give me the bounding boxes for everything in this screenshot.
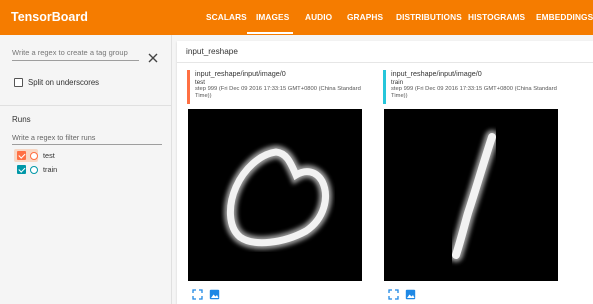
run-label-test: test: [43, 151, 55, 160]
tab-embeddings[interactable]: EMBEDDINGS: [536, 12, 593, 22]
card-header: input_reshape/input/image/0 train step 9…: [383, 69, 563, 104]
tab-histograms[interactable]: HISTOGRAMS: [468, 12, 525, 22]
run-item-train[interactable]: train: [17, 165, 57, 174]
checkbox-icon[interactable]: [14, 78, 23, 87]
run-item-test[interactable]: test: [17, 151, 55, 160]
runs-filter-input[interactable]: [12, 131, 162, 145]
tab-audio[interactable]: AUDIO: [305, 12, 332, 22]
card-run: train: [391, 78, 404, 86]
mnist-image-test[interactable]: [188, 109, 362, 281]
run-label-train: train: [43, 165, 58, 174]
split-underscores-checkbox[interactable]: Split on underscores: [14, 78, 99, 87]
image-settings-icon[interactable]: [209, 289, 220, 300]
images-panel: input_reshape input_reshape/input/image/…: [177, 41, 593, 304]
tab-scalars[interactable]: SCALARS: [206, 12, 247, 22]
card-step: step 999 (Fri Dec 09 2016 17:33:15 GMT+0…: [195, 85, 361, 99]
tag-group-regex-input[interactable]: [12, 45, 139, 61]
image-settings-icon[interactable]: [405, 289, 416, 300]
split-underscores-label: Split on underscores: [28, 78, 100, 87]
handwritten-zero-digit: [224, 145, 332, 250]
section-title: input_reshape: [186, 47, 238, 56]
run-color-dot-icon[interactable]: [30, 151, 38, 160]
sidebar-divider: [0, 105, 171, 106]
active-tab-indicator: [247, 32, 293, 34]
fullscreen-icon[interactable]: [192, 289, 203, 300]
card-header: input_reshape/input/image/0 test step 99…: [187, 69, 367, 104]
fullscreen-icon[interactable]: [388, 289, 399, 300]
run-checkbox-test[interactable]: [17, 151, 26, 160]
runs-heading: Runs: [12, 115, 31, 124]
handwritten-one-digit: [449, 130, 499, 262]
top-app-bar: TensorBoard SCALARS IMAGES AUDIO GRAPHS …: [0, 0, 593, 35]
card-tag: input_reshape/input/image/0: [391, 69, 482, 78]
clear-icon[interactable]: [147, 52, 159, 64]
tab-distributions[interactable]: DISTRIBUTIONS: [396, 12, 462, 22]
card-step: step 999 (Fri Dec 09 2016 17:33:15 GMT+0…: [391, 85, 557, 99]
image-card-test: input_reshape/input/image/0 test step 99…: [187, 69, 367, 300]
card-run: test: [195, 78, 205, 86]
image-card-train: input_reshape/input/image/0 train step 9…: [383, 69, 563, 300]
sidebar: Split on underscores Runs test train: [0, 35, 172, 304]
card-tag: input_reshape/input/image/0: [195, 69, 286, 78]
run-color-dot-icon[interactable]: [30, 165, 38, 174]
mnist-image-train[interactable]: [384, 109, 558, 281]
app-title: TensorBoard: [11, 10, 88, 24]
tensorboard-app: TensorBoard SCALARS IMAGES AUDIO GRAPHS …: [0, 0, 593, 304]
tab-graphs[interactable]: GRAPHS: [347, 12, 383, 22]
section-divider: [177, 62, 593, 63]
tab-images[interactable]: IMAGES: [256, 12, 289, 22]
run-checkbox-train[interactable]: [17, 165, 26, 174]
